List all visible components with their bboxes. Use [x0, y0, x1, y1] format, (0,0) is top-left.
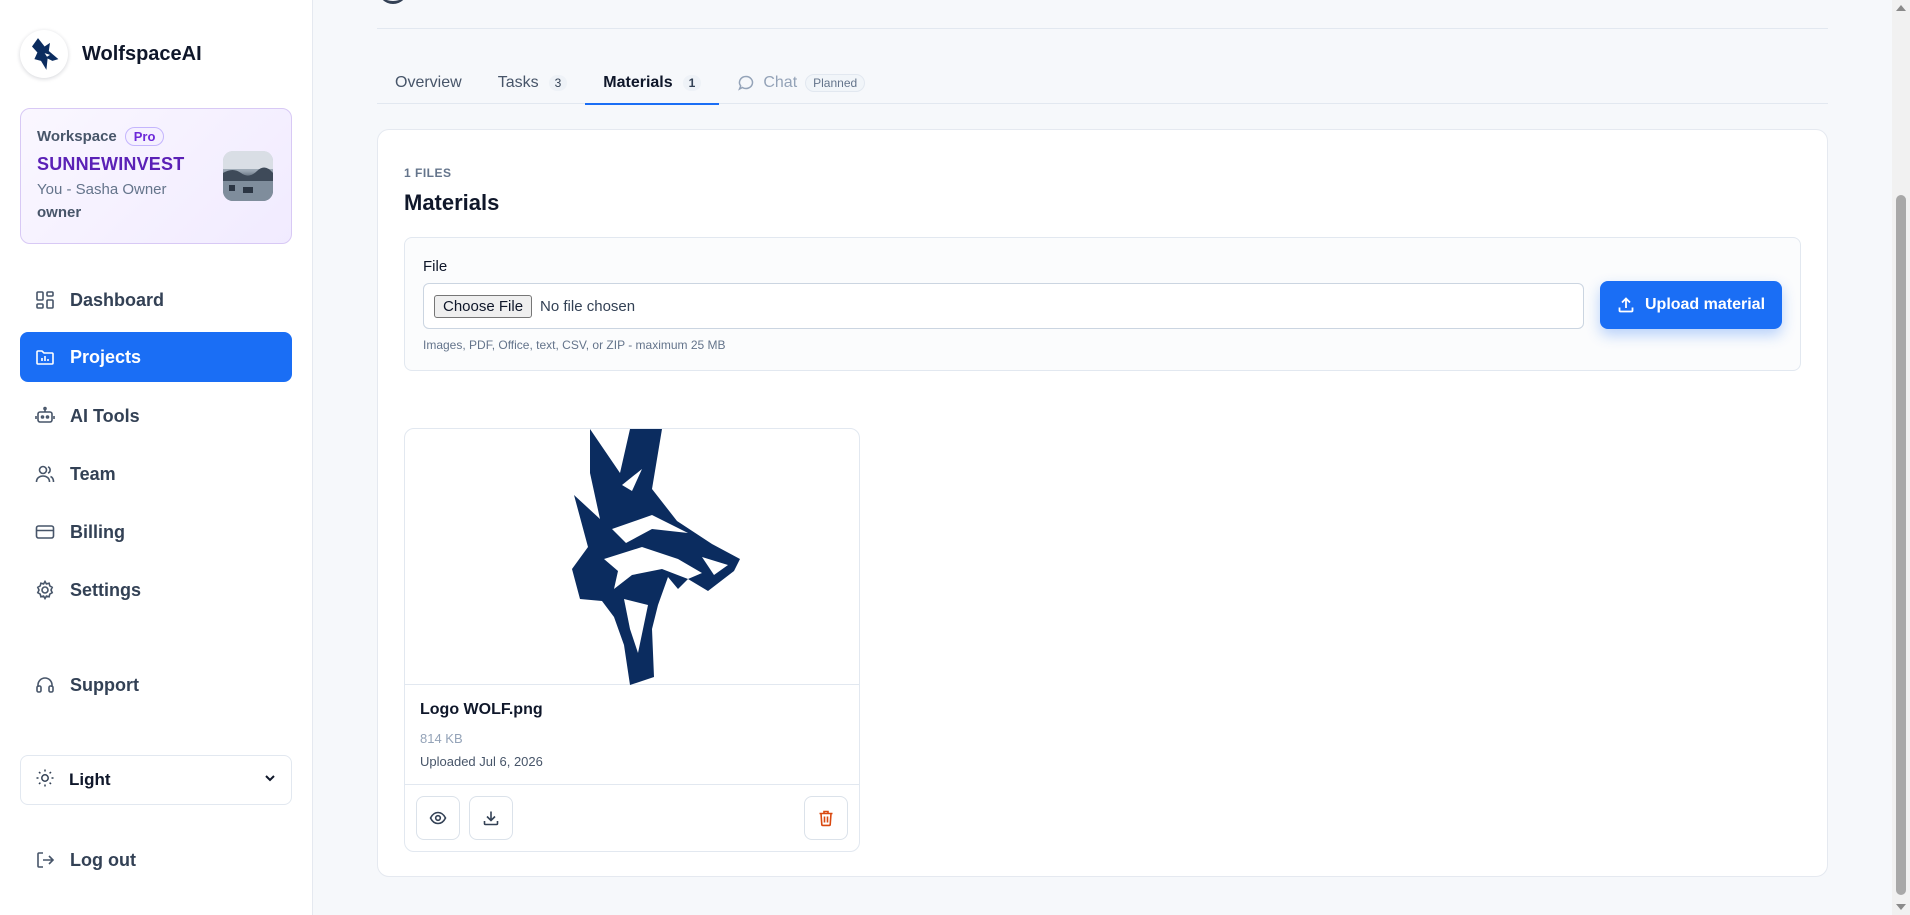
sidebar-item-projects[interactable]: Projects [20, 332, 292, 382]
eye-icon [429, 811, 447, 825]
tab-count-badge: 3 [548, 75, 568, 91]
file-status: No file chosen [540, 297, 636, 315]
plan-badge: Pro [124, 127, 165, 146]
sidebar-item-label: Settings [70, 579, 142, 600]
brand[interactable]: WolfspaceAI [20, 30, 202, 78]
tab-overview[interactable]: Overview [377, 62, 480, 104]
tab-label: Overview [395, 74, 462, 91]
tab-chat[interactable]: Chat Planned [719, 62, 883, 104]
headset-icon [34, 674, 56, 696]
file-label: File [423, 258, 448, 275]
sidebar-item-settings[interactable]: Settings [20, 565, 292, 615]
robot-icon [34, 405, 56, 427]
material-actions [405, 784, 859, 851]
tab-label: Chat [763, 74, 798, 91]
planned-badge: Planned [805, 74, 866, 92]
gear-icon [34, 579, 56, 601]
project-tabs: Overview Tasks 3 Materials 1 Chat Planne… [377, 62, 1828, 105]
wolf-logo-image [572, 429, 740, 685]
file-input[interactable]: Choose File No file chosen [423, 283, 1584, 329]
material-upload-date: Uploaded Jul 6, 2026 [420, 754, 543, 769]
upload-icon [1618, 297, 1634, 313]
sidebar-item-dashboard[interactable]: Dashboard [20, 275, 292, 325]
scroll-up-arrow[interactable] [1896, 5, 1906, 11]
logout-button[interactable]: Log out [20, 835, 292, 885]
workspace-label: Workspace [37, 128, 117, 145]
logout-label: Log out [70, 849, 136, 870]
sun-icon [35, 768, 55, 793]
scroll-down-arrow[interactable] [1896, 904, 1906, 910]
download-icon [483, 811, 499, 826]
tab-label: Materials [603, 74, 673, 91]
sidebar-item-label: Billing [70, 521, 125, 542]
credit-card-icon [34, 521, 56, 543]
theme-value: Light [69, 770, 111, 789]
materials-panel: 1 FILES Materials File Choose File No fi… [377, 129, 1828, 877]
main-content: Overview Tasks 3 Materials 1 Chat Planne… [314, 0, 1892, 915]
workspace-role: owner [37, 204, 82, 221]
header-divider [377, 28, 1828, 29]
tab-materials[interactable]: Materials 1 [585, 62, 720, 105]
sidebar-item-team[interactable]: Team [20, 449, 292, 499]
workspace-card[interactable]: Workspace Pro SUNNEWINVEST You - Sasha O… [20, 108, 292, 244]
delete-button[interactable] [804, 796, 848, 840]
material-preview[interactable] [405, 429, 859, 685]
tab-label: Tasks [497, 74, 539, 91]
upload-form: File Choose File No file chosen Images, … [404, 237, 1801, 371]
sidebar-item-support[interactable]: Support [20, 660, 292, 710]
header-avatar-edge [378, 0, 408, 4]
logout-icon [34, 849, 56, 871]
users-icon [34, 463, 56, 485]
material-file-name: Logo WOLF.png [420, 701, 543, 718]
files-count: 1 FILES [404, 166, 452, 180]
file-hint: Images, PDF, Office, text, CSV, or ZIP -… [423, 338, 726, 352]
sidebar-item-label: Projects [70, 346, 142, 367]
sidebar-item-label: Dashboard [70, 289, 165, 310]
preview-button[interactable] [416, 796, 460, 840]
material-card: Logo WOLF.png 814 KB Uploaded Jul 6, 202… [404, 428, 860, 852]
choose-file-button[interactable]: Choose File [434, 294, 533, 318]
sidebar-item-label: Support [70, 674, 139, 695]
panel-title: Materials [404, 190, 500, 215]
wolf-logo-icon [20, 30, 68, 78]
workspace-avatar [223, 151, 273, 201]
chat-bubble-icon [737, 74, 755, 92]
chevron-down-icon [263, 771, 277, 790]
upload-button-label: Upload material [1644, 296, 1766, 313]
upload-material-button[interactable]: Upload material [1600, 281, 1782, 329]
sidebar-item-billing[interactable]: Billing [20, 507, 292, 557]
trash-icon [819, 810, 833, 827]
sidebar-item-label: AI Tools [70, 405, 140, 426]
download-button[interactable] [469, 796, 513, 840]
tab-tasks[interactable]: Tasks 3 [480, 62, 586, 104]
page-scrollbar[interactable] [1892, 0, 1910, 915]
sidebar-item-label: Team [70, 463, 116, 484]
theme-select[interactable]: Light [20, 755, 292, 805]
folder-icon [34, 346, 56, 368]
brand-name: WolfspaceAI [82, 42, 202, 65]
tab-count-badge: 1 [682, 75, 702, 91]
scroll-thumb[interactable] [1896, 195, 1906, 895]
sidebar-item-ai-tools[interactable]: AI Tools [20, 391, 292, 441]
sidebar: WolfspaceAI Workspace Pro SUNNEWINVEST Y… [0, 0, 313, 915]
dashboard-icon [34, 289, 56, 311]
material-file-size: 814 KB [420, 731, 463, 746]
